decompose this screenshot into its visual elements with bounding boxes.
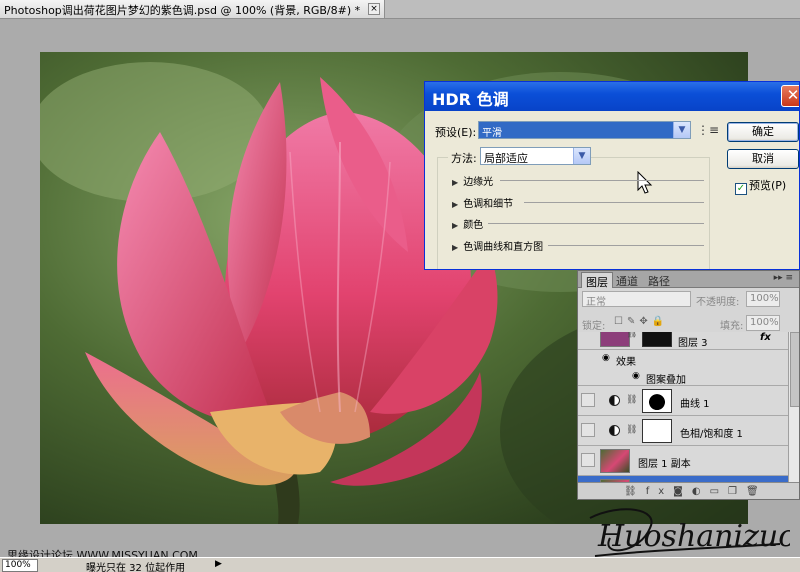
dialog-titlebar[interactable]: HDR 色调 ✕ bbox=[425, 82, 799, 111]
layer-name: 图层 3 bbox=[678, 338, 708, 349]
tab-layers[interactable]: 图层 bbox=[581, 272, 613, 289]
new-layer-icon[interactable]: ❐ bbox=[728, 486, 746, 497]
scrollbar-thumb[interactable] bbox=[790, 332, 799, 407]
lock-icons[interactable]: ☐✎✥🔒 bbox=[614, 316, 668, 327]
divider bbox=[524, 202, 704, 203]
link-icon: ⛓ bbox=[626, 425, 638, 435]
preview-label: 预览(P) bbox=[749, 179, 787, 192]
expand-arrow-icon[interactable]: ▶ bbox=[452, 243, 460, 252]
layer-thumbnail bbox=[600, 449, 630, 473]
divider bbox=[500, 180, 704, 181]
folder-icon[interactable]: ▭ bbox=[710, 486, 728, 497]
opacity-label: 不透明度: bbox=[696, 297, 740, 308]
layer-mask-thumbnail[interactable] bbox=[642, 332, 672, 347]
adjustment-icon[interactable]: ◐ bbox=[692, 486, 710, 497]
section-label: 边缘光 bbox=[463, 177, 494, 188]
section-edge-glow[interactable]: ▶ 边缘光 bbox=[452, 173, 708, 188]
lock-label: 锁定: bbox=[582, 321, 606, 332]
layers-scrollbar[interactable] bbox=[788, 332, 799, 482]
blend-mode-value: 正常 bbox=[586, 297, 606, 308]
method-label: 方法: bbox=[448, 150, 480, 166]
preset-label: 预设(E): bbox=[435, 126, 477, 139]
document-title: Photoshop调出荷花图片梦幻的紫色调.psd @ 100% (背景, RG… bbox=[4, 4, 361, 17]
layer-mask-thumbnail[interactable] bbox=[642, 419, 672, 443]
preview-checkbox[interactable]: ✓ 预览(P) bbox=[735, 177, 786, 195]
blend-mode-select[interactable]: 正常 bbox=[582, 291, 691, 308]
checkmark-icon[interactable]: ✓ bbox=[735, 183, 747, 195]
panel-menu-icon[interactable]: ▸▸ ≡ bbox=[774, 273, 793, 283]
effect-label: 图案叠加 bbox=[646, 375, 686, 386]
fx-icon[interactable]: fx bbox=[646, 486, 673, 497]
chevron-down-icon[interactable]: ▼ bbox=[673, 122, 690, 138]
mask-icon[interactable]: ◙ bbox=[673, 486, 692, 497]
layer-row[interactable]: ⛓ 图层 3 fx bbox=[578, 332, 788, 350]
layer-list: ⛓ 图层 3 fx ◉ 效果 ◉ 图案叠加 ⛓ 曲线 1 ⛓ 色相/饱和度 1 … bbox=[578, 332, 788, 482]
visibility-toggle[interactable] bbox=[581, 423, 595, 437]
link-icon: ⛓ bbox=[626, 332, 638, 339]
link-icon: ⛓ bbox=[626, 395, 638, 405]
layer-row[interactable]: ⛓ 色相/饱和度 1 bbox=[578, 416, 788, 446]
cancel-button[interactable]: 取消 bbox=[727, 149, 799, 169]
layers-panel: 图层 通道 路径 ▸▸ ≡ 正常 不透明度: 100% 锁定: ☐✎✥🔒 填充:… bbox=[577, 270, 800, 500]
fx-icon[interactable]: fx bbox=[760, 332, 771, 343]
eye-icon[interactable]: ◉ bbox=[632, 371, 640, 381]
tab-strip bbox=[385, 0, 800, 19]
section-curve-histogram[interactable]: ▶ 色调曲线和直方图 bbox=[452, 238, 708, 253]
effects-row[interactable]: ◉ 效果 bbox=[578, 350, 788, 368]
section-label: 颜色 bbox=[463, 220, 484, 231]
panel-tabs: 图层 通道 路径 ▸▸ ≡ bbox=[578, 271, 799, 289]
layer-row[interactable]: 图层 1 副本 bbox=[578, 446, 788, 476]
divider bbox=[488, 223, 704, 224]
expand-arrow-icon[interactable]: ▶ bbox=[452, 221, 460, 230]
visibility-toggle[interactable] bbox=[581, 393, 595, 407]
method-select[interactable]: 局部适应 ▼ bbox=[480, 147, 591, 165]
fill-label: 填充: bbox=[720, 321, 744, 332]
section-label: 色调曲线和直方图 bbox=[463, 242, 544, 253]
opacity-input[interactable]: 100% bbox=[746, 291, 780, 307]
ok-button[interactable]: 确定 bbox=[727, 122, 799, 142]
chevron-down-icon[interactable]: ▼ bbox=[573, 148, 590, 164]
close-icon[interactable]: ✕ bbox=[781, 85, 799, 107]
adjustment-icon bbox=[609, 425, 620, 436]
section-tone-detail[interactable]: ▶ 色调和细节 bbox=[452, 195, 708, 210]
layer-name: 曲线 1 bbox=[680, 399, 710, 410]
dialog-title: HDR 色调 bbox=[432, 90, 509, 109]
trash-icon[interactable]: 🗑 bbox=[746, 486, 768, 497]
tab-paths[interactable]: 路径 bbox=[644, 272, 674, 288]
preset-value: 平滑 bbox=[482, 128, 502, 139]
status-message: 曝光只在 32 位起作用 bbox=[86, 563, 186, 572]
hdr-toning-dialog: HDR 色调 ✕ 预设(E): 平滑 ▼ ⋮≡ 确定 取消 ✓ 预览(P) 方法:… bbox=[424, 81, 800, 270]
preset-select[interactable]: 平滑 ▼ bbox=[478, 121, 691, 139]
visibility-toggle[interactable] bbox=[581, 453, 595, 467]
document-tab[interactable]: Photoshop调出荷花图片梦幻的紫色调.psd @ 100% (背景, RG… bbox=[0, 0, 385, 19]
fill-input[interactable]: 100% bbox=[746, 315, 780, 331]
section-color[interactable]: ▶ 颜色 bbox=[452, 216, 708, 231]
expand-arrow-icon[interactable]: ▶ bbox=[452, 200, 460, 209]
expand-arrow-icon[interactable]: ▶ bbox=[452, 178, 460, 187]
effects-label: 效果 bbox=[616, 357, 636, 368]
adjustment-icon bbox=[609, 395, 620, 406]
eye-icon[interactable]: ◉ bbox=[602, 353, 610, 363]
layer-row[interactable]: ⛓ 曲线 1 bbox=[578, 386, 788, 416]
close-icon[interactable]: × bbox=[368, 3, 380, 15]
tab-channels[interactable]: 通道 bbox=[612, 272, 642, 288]
section-label: 色调和细节 bbox=[463, 199, 514, 210]
zoom-input[interactable]: 100% bbox=[2, 559, 38, 572]
status-bar: 100% 曝光只在 32 位起作用 ▶ bbox=[0, 557, 800, 572]
effect-row[interactable]: ◉ 图案叠加 bbox=[578, 368, 788, 386]
link-icon[interactable]: ⛓ bbox=[624, 486, 646, 497]
status-menu-icon[interactable]: ▶ bbox=[215, 559, 222, 569]
layer-mask-thumbnail[interactable] bbox=[642, 389, 672, 413]
layer-name: 图层 1 副本 bbox=[638, 459, 691, 470]
layer-name: 色相/饱和度 1 bbox=[680, 429, 743, 440]
divider bbox=[548, 245, 704, 246]
preset-options-icon[interactable]: ⋮≡ bbox=[697, 123, 719, 137]
method-value: 局部适应 bbox=[484, 152, 528, 165]
